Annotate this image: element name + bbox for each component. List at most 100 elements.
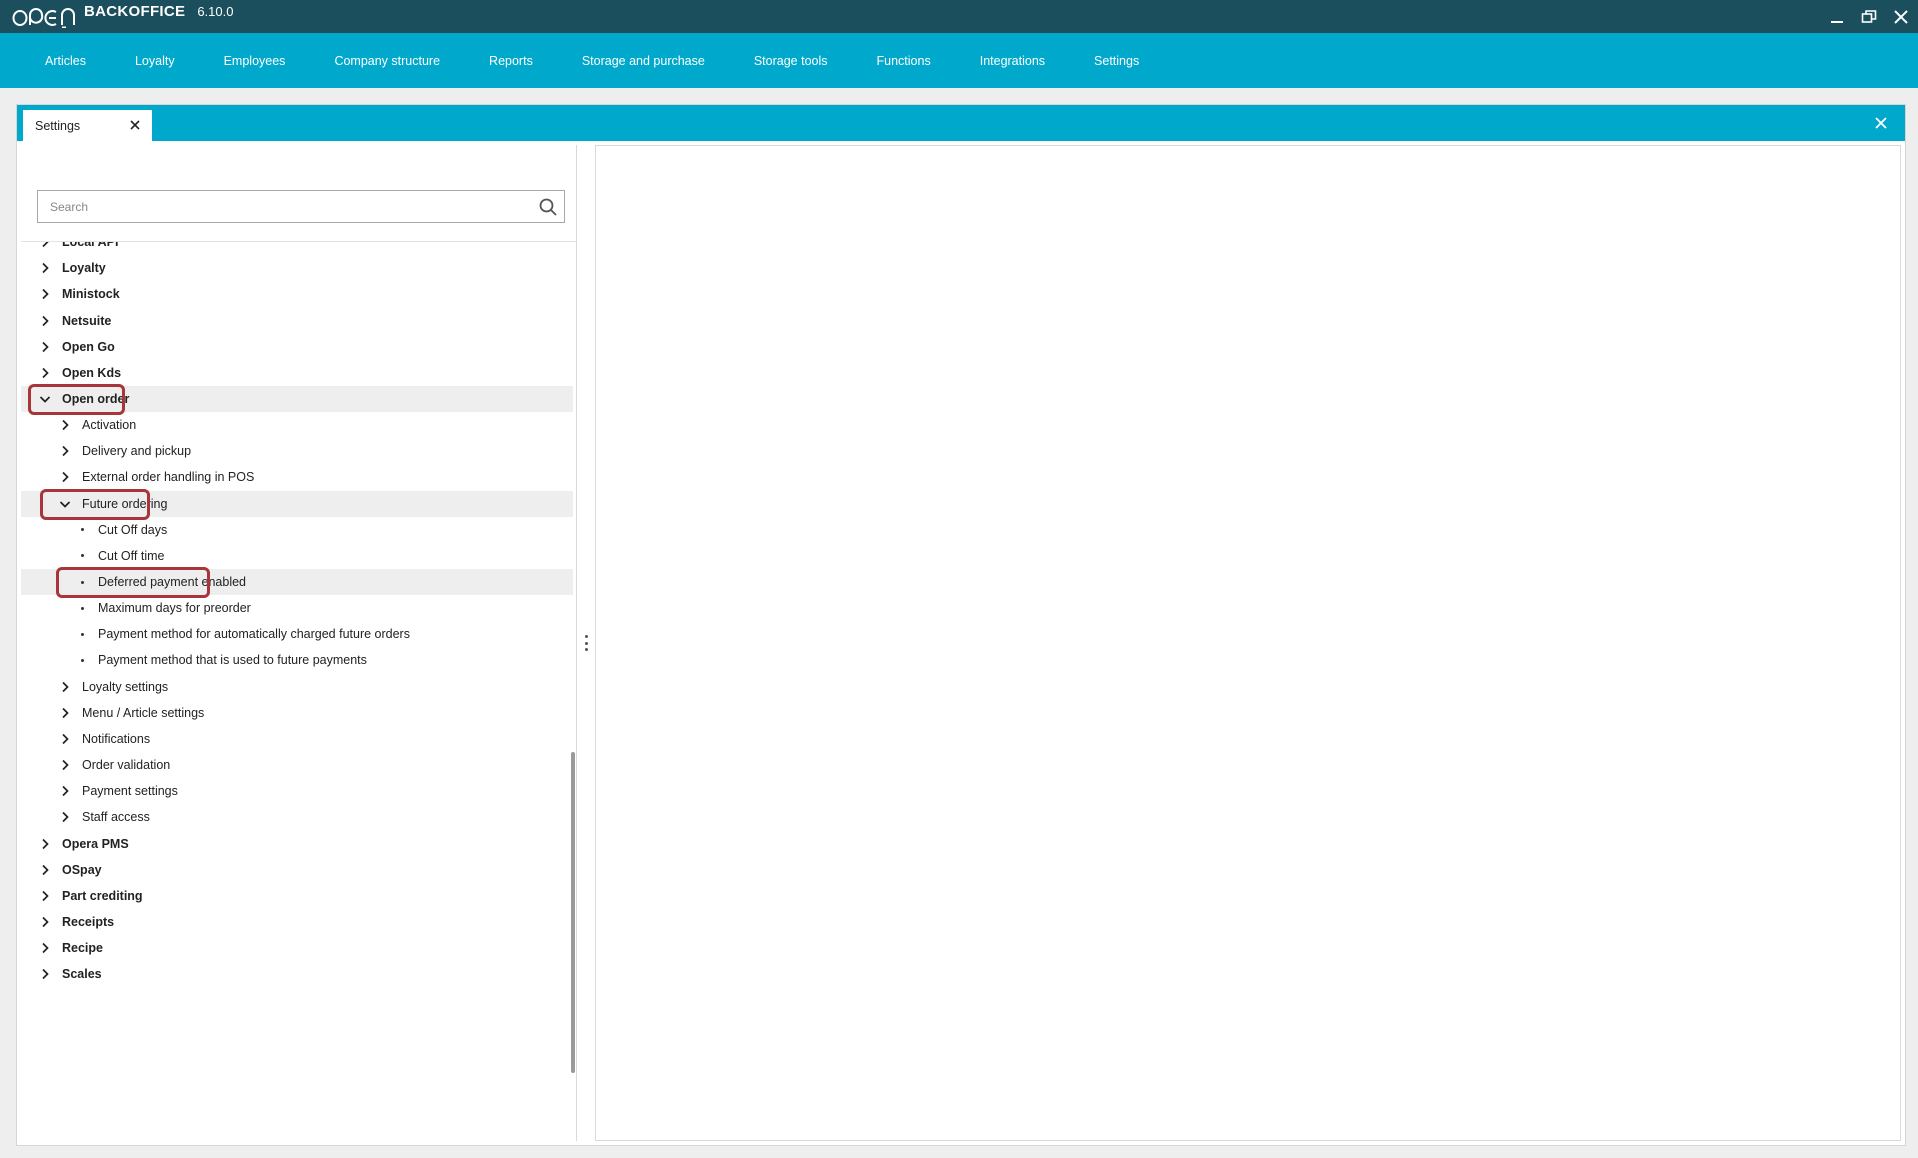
tree-item[interactable]: Local API [21, 242, 573, 255]
tree-item-label: Payment method for automatically charged… [98, 627, 410, 642]
tree-item[interactable]: Cut Off time [21, 543, 573, 569]
chevron-right-icon[interactable] [59, 759, 71, 771]
nav-storage-tools[interactable]: Storage tools [754, 54, 828, 68]
tree-item[interactable]: Staff access [21, 804, 573, 830]
tree-item-label: Scales [62, 967, 102, 982]
tree-item[interactable]: Scales [21, 961, 573, 987]
chevron-right-icon[interactable] [59, 707, 71, 719]
chevron-right-icon[interactable] [39, 864, 51, 876]
restore-button[interactable] [1860, 8, 1878, 26]
chevron-right-icon[interactable] [59, 471, 71, 483]
tree-item-label: Payment settings [82, 784, 178, 799]
tree-item[interactable]: Loyalty settings [21, 674, 573, 700]
tree-item[interactable]: Activation [21, 412, 573, 438]
tree-item-label: Loyalty settings [82, 679, 169, 694]
chevron-right-icon[interactable] [39, 942, 51, 954]
title-bar: BACKOFFICE 6.10.0 [0, 0, 1918, 33]
nav-company-structure[interactable]: Company structure [334, 54, 440, 68]
close-icon [1894, 9, 1908, 24]
settings-tree-pane: Local API Loyalty Ministock Netsuite Open Go… [21, 145, 577, 1141]
window-controls [1828, 0, 1910, 33]
bullet-icon [81, 658, 84, 662]
bullet-icon [81, 606, 84, 610]
nav-settings[interactable]: Settings [1094, 54, 1139, 68]
tree-item-label: Ministock [62, 287, 120, 302]
tree-item-label: Maximum days for preorder [98, 601, 251, 616]
chevron-right-icon[interactable] [39, 262, 51, 274]
tree-item-label: Loyalty [62, 261, 106, 276]
chevron-down-icon[interactable] [59, 498, 71, 510]
chevron-right-icon[interactable] [39, 968, 51, 980]
chevron-right-icon[interactable] [39, 288, 51, 300]
tree-item-label: Menu / Article settings [82, 705, 205, 720]
chevron-right-icon[interactable] [39, 367, 51, 379]
chevron-right-icon[interactable] [39, 242, 51, 248]
tree-scrollbar[interactable] [571, 242, 576, 1141]
chevron-right-icon[interactable] [39, 315, 51, 327]
tree-item[interactable]: Maximum days for preorder [21, 595, 573, 621]
nav-reports[interactable]: Reports [489, 54, 533, 68]
close-icon[interactable] [1873, 115, 1889, 131]
minimize-button[interactable] [1828, 8, 1846, 26]
tree-item[interactable]: Payment method that is used to future pa… [21, 647, 573, 673]
magnifier-icon[interactable] [538, 197, 558, 217]
tree-item[interactable]: Cut Off days [21, 517, 573, 543]
tree-item-label: Notifications [82, 731, 151, 746]
chevron-right-icon[interactable] [39, 341, 51, 353]
chevron-right-icon[interactable] [59, 811, 71, 823]
nav-functions[interactable]: Functions [877, 54, 931, 68]
tree-item[interactable]: Netsuite [21, 307, 573, 333]
tab-settings-label: Settings [35, 118, 81, 133]
chevron-right-icon[interactable] [39, 916, 51, 928]
pane-splitter[interactable] [580, 145, 594, 1141]
tree-item[interactable]: Loyalty [21, 255, 573, 281]
tab-settings[interactable]: Settings [23, 110, 152, 141]
chevron-right-icon[interactable] [39, 838, 51, 850]
app-name: BACKOFFICE [84, 3, 186, 20]
nav-employees[interactable]: Employees [224, 54, 286, 68]
tree-item[interactable]: Open order [21, 385, 573, 413]
tree-item[interactable]: Receipts [21, 909, 573, 935]
nav-storage-and-purchase[interactable]: Storage and purchase [582, 54, 705, 68]
tree-item[interactable]: Notifications [21, 726, 573, 752]
close-window-button[interactable] [1892, 8, 1910, 26]
tree-item[interactable]: Open Kds [21, 360, 573, 386]
tree-item[interactable]: Delivery and pickup [21, 438, 573, 464]
tree-item[interactable]: Future ordering [21, 490, 573, 517]
tree-item[interactable]: External order handling in POS [21, 464, 573, 490]
nav-integrations[interactable]: Integrations [980, 54, 1045, 68]
tree-item-label: Part crediting [62, 888, 143, 903]
chevron-down-icon[interactable] [39, 393, 51, 405]
tree-item[interactable]: Recipe [21, 935, 573, 961]
search-field[interactable] [37, 190, 565, 223]
chevron-right-icon[interactable] [39, 890, 51, 902]
tree-item[interactable]: Payment method for automatically charged… [21, 621, 573, 647]
open-logo-icon [12, 7, 75, 28]
search-input[interactable] [38, 191, 518, 222]
nav-articles[interactable]: Articles [45, 54, 86, 68]
tree-item-label: Deferred payment enabled [98, 575, 247, 589]
tree-item[interactable]: Menu / Article settings [21, 700, 573, 726]
tree-item[interactable]: Open Go [21, 334, 573, 360]
tree-item[interactable]: Part crediting [21, 883, 573, 909]
chevron-right-icon[interactable] [59, 419, 71, 431]
chevron-right-icon[interactable] [59, 445, 71, 457]
tree-item-label: Recipe [62, 941, 103, 956]
tree-item-label: Delivery and pickup [82, 444, 192, 459]
close-icon[interactable] [128, 118, 142, 132]
chevron-right-icon[interactable] [59, 733, 71, 745]
splitter-grip-icon [585, 635, 588, 651]
tree-item[interactable]: Deferred payment enabled [21, 568, 573, 596]
nav-loyalty[interactable]: Loyalty [135, 54, 175, 68]
tree-item[interactable]: Order validation [21, 752, 573, 778]
bullet-icon [81, 554, 84, 558]
chevron-right-icon[interactable] [59, 681, 71, 693]
tree-item[interactable]: Opera PMS [21, 830, 573, 856]
tree-item[interactable]: Ministock [21, 281, 573, 307]
tree-item[interactable]: OSpay [21, 857, 573, 883]
tree-item[interactable]: Payment settings [21, 778, 573, 804]
panel-tab-strip: Settings [17, 105, 1905, 141]
scrollbar-thumb[interactable] [571, 752, 575, 1073]
app-logo: BACKOFFICE 6.10.0 [12, 0, 233, 33]
chevron-right-icon[interactable] [59, 785, 71, 797]
